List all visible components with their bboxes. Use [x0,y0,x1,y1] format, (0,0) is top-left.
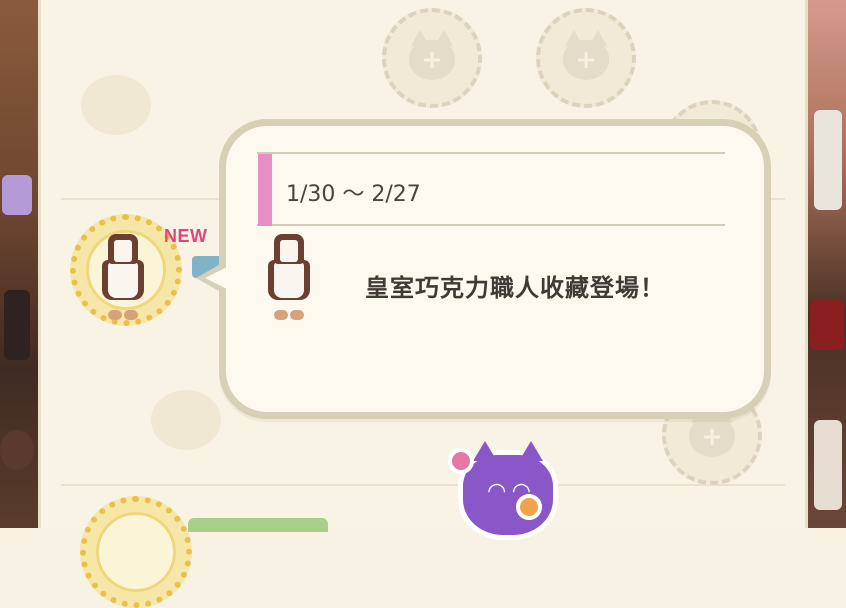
plus-icon: + [575,44,597,75]
character-icon [4,290,30,360]
furniture-icon [2,175,32,215]
event-message: 皇室巧克力職人收藏登場！ [365,274,665,302]
popup-accent-bar [258,154,272,226]
game-scene-right [808,0,846,528]
empty-slot[interactable]: + [536,8,636,108]
character-icon [814,420,842,510]
empty-slot[interactable]: + [382,8,482,108]
collection-title-bar[interactable] [188,518,328,532]
maid-dress-icon [100,230,146,330]
plus-icon: + [701,421,723,452]
event-date-range: 1/30 ～ 2/27 [286,182,421,207]
collection-badge[interactable] [80,496,192,608]
plus-icon: + [421,44,443,75]
new-label: NEW [164,226,208,246]
character-icon [814,110,842,210]
paw-watermark-icon [151,390,221,450]
row-divider [61,484,785,486]
popup-rule-bottom [257,224,725,226]
paw-watermark-icon [81,75,151,135]
piano-icon [810,300,844,350]
drum-icon [0,430,34,470]
pink-flower-icon [448,448,474,474]
orange-flower-icon [516,494,542,520]
popup-rule-top [257,152,725,154]
game-scene-left [0,0,38,528]
maid-dress-icon [266,230,312,330]
